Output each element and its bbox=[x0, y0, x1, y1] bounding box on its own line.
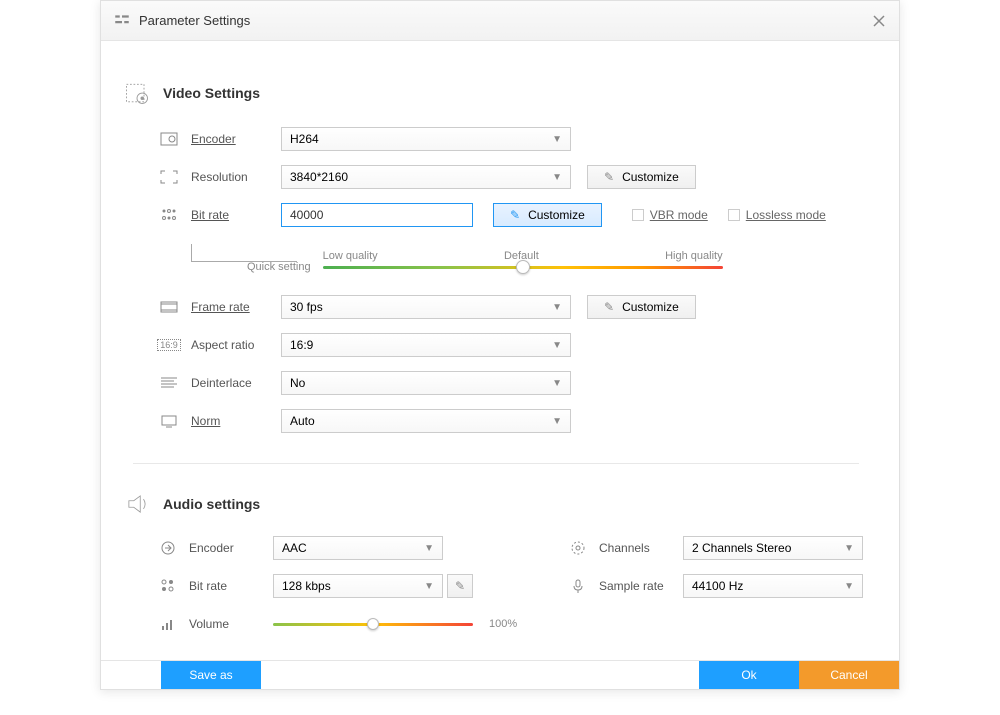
chevron-down-icon: ▼ bbox=[552, 302, 562, 313]
audio-encoder-row: Encoder AAC▼ bbox=[157, 532, 567, 564]
save-as-button[interactable]: Save as bbox=[161, 661, 261, 689]
video-section-header: Video Settings bbox=[121, 77, 871, 109]
parameter-settings-dialog: Parameter Settings Video Settings Encode… bbox=[100, 0, 900, 690]
chevron-down-icon: ▼ bbox=[552, 416, 562, 427]
volume-value: 100% bbox=[489, 618, 517, 630]
speaker-icon bbox=[121, 488, 153, 520]
bitrate-customize-button[interactable]: ✎Customize bbox=[493, 203, 602, 227]
samplerate-select[interactable]: 44100 Hz▼ bbox=[683, 574, 863, 598]
resolution-row: Resolution 3840*2160▼ ✎Customize bbox=[121, 159, 871, 195]
deinterlace-row: Deinterlace No▼ bbox=[121, 365, 871, 401]
resolution-select[interactable]: 3840*2160▼ bbox=[281, 165, 571, 189]
vbr-label[interactable]: VBR mode bbox=[650, 208, 708, 222]
chevron-down-icon: ▼ bbox=[844, 543, 854, 554]
samplerate-row: Sample rate 44100 Hz▼ bbox=[567, 570, 871, 602]
quick-setting-label: Quick setting bbox=[247, 261, 311, 273]
audio-bitrate-edit-button[interactable]: ✎ bbox=[447, 574, 473, 598]
quick-setting-row: Quick setting Low quality Default High q… bbox=[121, 237, 871, 281]
bitrate-row: Bit rate ✎Customize VBR mode Lossless mo… bbox=[121, 197, 871, 233]
pencil-icon: ✎ bbox=[604, 170, 614, 184]
quality-slider[interactable]: Low quality Default High quality bbox=[323, 250, 723, 269]
aspect-icon: 16:9 bbox=[157, 339, 181, 351]
chevron-down-icon: ▼ bbox=[424, 581, 434, 592]
audio-section-header: Audio settings bbox=[121, 488, 871, 520]
encoder-label: Encoder bbox=[191, 132, 281, 146]
chevron-down-icon: ▼ bbox=[844, 581, 854, 592]
audio-bitrate-label: Bit rate bbox=[189, 579, 273, 593]
audio-bitrate-row: Bit rate 128 kbps▼ ✎ bbox=[157, 570, 567, 602]
deinterlace-icon bbox=[157, 376, 181, 390]
pencil-icon: ✎ bbox=[455, 579, 465, 593]
audio-bitrate-icon bbox=[157, 578, 179, 594]
chevron-down-icon: ▼ bbox=[424, 543, 434, 554]
quality-slider-thumb[interactable] bbox=[516, 260, 530, 274]
settings-icon bbox=[113, 12, 131, 30]
framerate-label: Frame rate bbox=[191, 300, 281, 314]
framerate-icon bbox=[157, 300, 181, 314]
framerate-customize-button[interactable]: ✎Customize bbox=[587, 295, 696, 319]
section-divider bbox=[133, 463, 859, 464]
encoder-row: Encoder H264▼ bbox=[121, 121, 871, 157]
volume-label: Volume bbox=[189, 617, 273, 631]
quality-high-label: High quality bbox=[665, 250, 722, 262]
norm-row: Norm Auto▼ bbox=[121, 403, 871, 439]
bitrate-label: Bit rate bbox=[191, 208, 281, 222]
film-gear-icon bbox=[121, 77, 153, 109]
aspect-label: Aspect ratio bbox=[191, 338, 281, 352]
aspect-select[interactable]: 16:9▼ bbox=[281, 333, 571, 357]
norm-label: Norm bbox=[191, 414, 281, 428]
samplerate-label: Sample rate bbox=[599, 579, 683, 593]
volume-icon bbox=[157, 616, 179, 632]
titlebar: Parameter Settings bbox=[101, 1, 899, 41]
resolution-customize-button[interactable]: ✎Customize bbox=[587, 165, 696, 189]
resolution-label: Resolution bbox=[191, 170, 281, 184]
channels-label: Channels bbox=[599, 541, 683, 555]
volume-slider-thumb[interactable] bbox=[367, 618, 379, 630]
encoder-select[interactable]: H264▼ bbox=[281, 127, 571, 151]
volume-slider[interactable] bbox=[273, 623, 473, 626]
window-title: Parameter Settings bbox=[139, 13, 871, 28]
button-bar: Save as Ok Cancel bbox=[101, 660, 899, 689]
channels-row: Channels 2 Channels Stereo▼ bbox=[567, 532, 871, 564]
chevron-down-icon: ▼ bbox=[552, 378, 562, 389]
quality-low-label: Low quality bbox=[323, 250, 378, 262]
video-section-title: Video Settings bbox=[163, 85, 260, 101]
framerate-row: Frame rate 30 fps▼ ✎Customize bbox=[121, 289, 871, 325]
channels-select[interactable]: 2 Channels Stereo▼ bbox=[683, 536, 863, 560]
microphone-icon bbox=[567, 578, 589, 594]
audio-encoder-select[interactable]: AAC▼ bbox=[273, 536, 443, 560]
audio-section-title: Audio settings bbox=[163, 496, 260, 512]
pencil-icon: ✎ bbox=[604, 300, 614, 314]
chevron-down-icon: ▼ bbox=[552, 134, 562, 145]
chevron-down-icon: ▼ bbox=[552, 340, 562, 351]
bitrate-icon bbox=[157, 208, 181, 222]
norm-icon bbox=[157, 414, 181, 428]
aspect-row: 16:9 Aspect ratio 16:9▼ bbox=[121, 327, 871, 363]
audio-encoder-icon bbox=[157, 540, 179, 556]
pencil-icon: ✎ bbox=[510, 208, 520, 222]
deinterlace-select[interactable]: No▼ bbox=[281, 371, 571, 395]
encoder-icon bbox=[157, 132, 181, 146]
lossless-label[interactable]: Lossless mode bbox=[746, 208, 826, 222]
dialog-content: Video Settings Encoder H264▼ Resolution … bbox=[101, 41, 899, 660]
audio-bitrate-select[interactable]: 128 kbps▼ bbox=[273, 574, 443, 598]
volume-row: Volume 100% bbox=[157, 608, 567, 640]
bitrate-input[interactable] bbox=[281, 203, 473, 227]
framerate-select[interactable]: 30 fps▼ bbox=[281, 295, 571, 319]
channels-icon bbox=[567, 540, 589, 556]
resolution-icon bbox=[157, 170, 181, 184]
audio-encoder-label: Encoder bbox=[189, 541, 273, 555]
close-icon[interactable] bbox=[871, 13, 887, 29]
lossless-checkbox[interactable] bbox=[728, 209, 740, 221]
ok-button[interactable]: Ok bbox=[699, 661, 799, 689]
cancel-button[interactable]: Cancel bbox=[799, 661, 899, 689]
deinterlace-label: Deinterlace bbox=[191, 376, 281, 390]
vbr-checkbox[interactable] bbox=[632, 209, 644, 221]
norm-select[interactable]: Auto▼ bbox=[281, 409, 571, 433]
chevron-down-icon: ▼ bbox=[552, 172, 562, 183]
